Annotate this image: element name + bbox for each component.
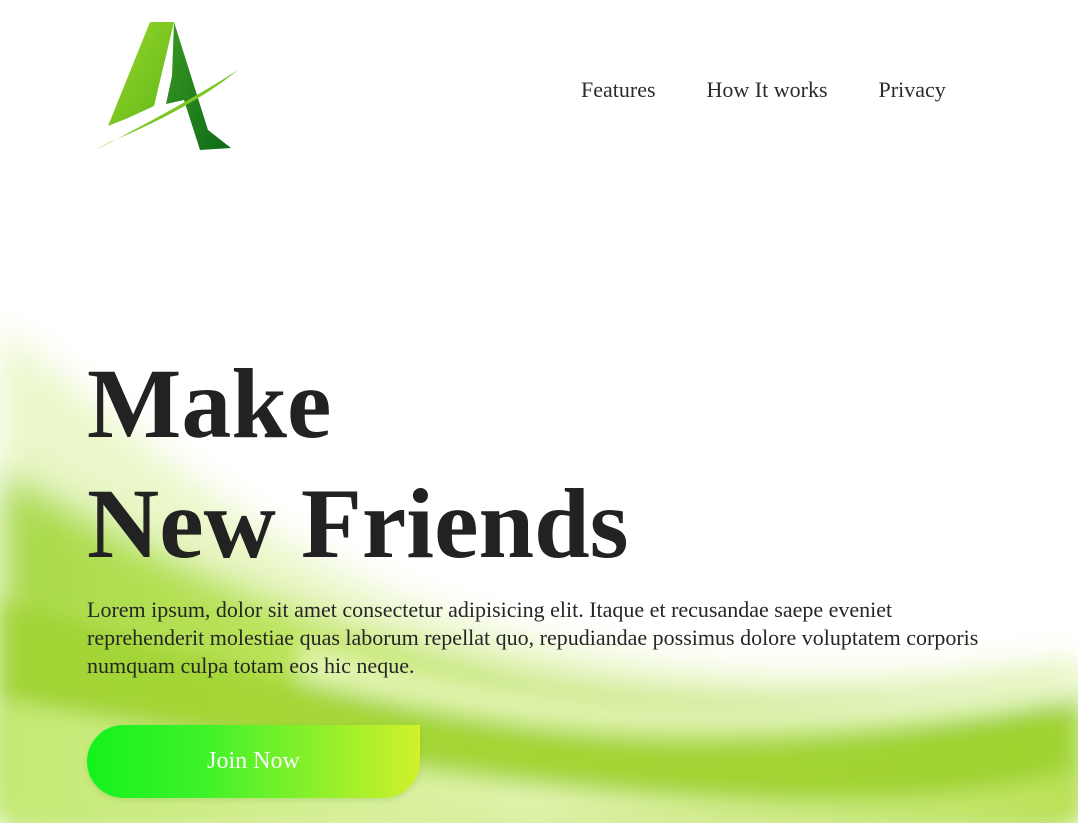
brand-logo-icon[interactable] (88, 18, 240, 156)
main-navigation: Features How It works Privacy (581, 76, 946, 104)
hero-title-line-1: Make (87, 348, 332, 459)
nav-link-privacy[interactable]: Privacy (879, 76, 946, 104)
landing-page: Features How It works Privacy Make New F… (0, 0, 1078, 823)
nav-link-how-it-works[interactable]: How It works (707, 76, 828, 104)
nav-link-features[interactable]: Features (581, 76, 656, 104)
hero-title-line-2: New Friends (87, 468, 629, 579)
hero-section: Make New Friends Lorem ipsum, dolor sit … (87, 344, 1007, 680)
hero-title: Make New Friends (87, 344, 1007, 584)
hero-description: Lorem ipsum, dolor sit amet consectetur … (87, 597, 979, 678)
join-now-button[interactable]: Join Now (87, 725, 420, 798)
